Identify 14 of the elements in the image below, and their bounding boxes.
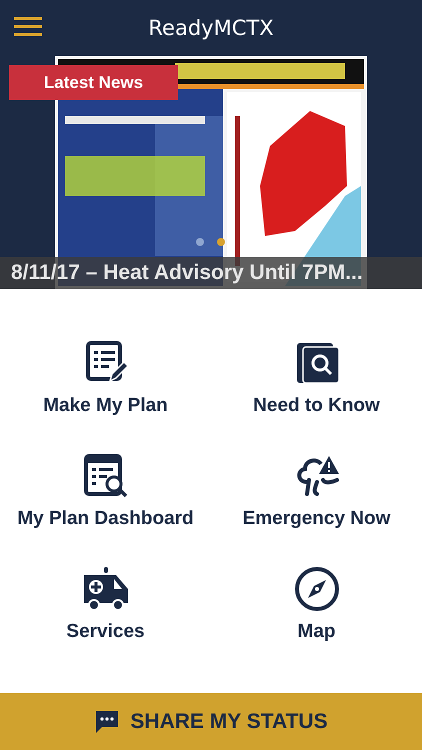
menu-tile-label[interactable]: Map xyxy=(298,621,336,643)
menu-tile-label[interactable]: Make My Plan xyxy=(43,395,168,417)
menu-tile-label[interactable]: Need to Know xyxy=(253,395,380,417)
app-title: ReadyMCTX xyxy=(148,16,274,40)
menu-tile-label[interactable]: My Plan Dashboard xyxy=(17,508,194,530)
compass-icon[interactable] xyxy=(292,565,340,613)
news-badge: Latest News xyxy=(9,65,178,100)
menu-button[interactable] xyxy=(14,16,42,38)
share-status-button[interactable]: SHARE MY STATUS xyxy=(0,693,422,750)
menu-tile-label[interactable]: Services xyxy=(66,621,145,643)
news-headline[interactable]: 8/11/17 – Heat Advisory Until 7PM... xyxy=(0,261,363,285)
menu-tile-label[interactable]: Emergency Now xyxy=(242,508,390,530)
list-search-icon[interactable] xyxy=(82,452,130,500)
chat-bubble-icon xyxy=(94,708,120,734)
